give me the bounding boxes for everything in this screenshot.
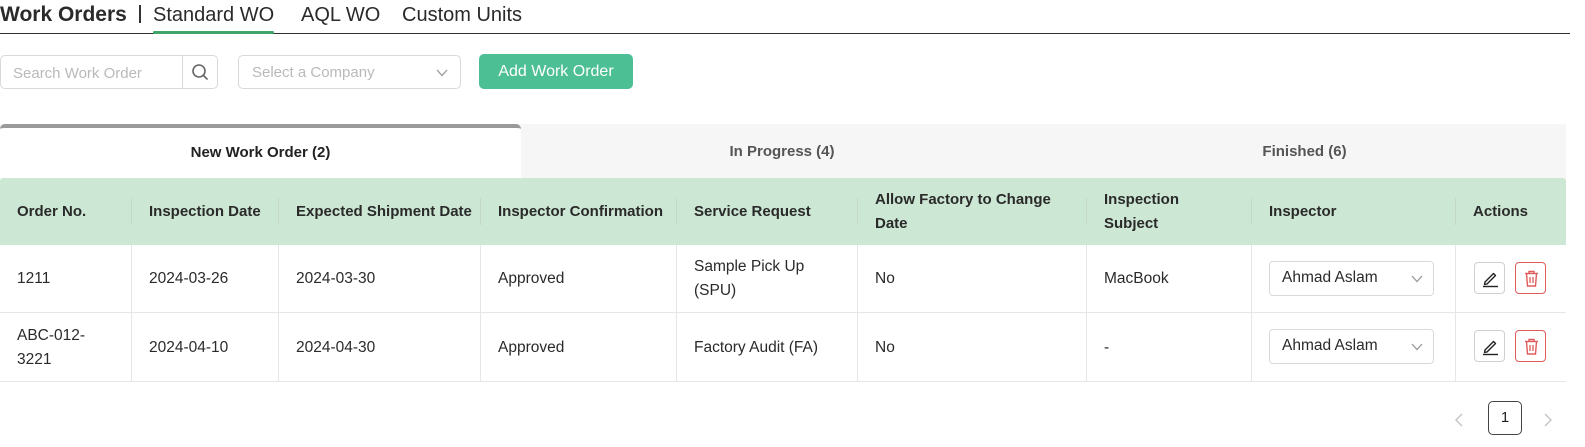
top-navigation: Work Orders Standard WO AQL WO Custom Un… <box>0 0 1570 34</box>
allow-factory-change: No <box>875 338 895 356</box>
chevron-down-icon <box>1411 343 1423 351</box>
table-header: Order No. Inspection Date Expected Shipm… <box>0 178 1566 245</box>
tab-standard-wo[interactable]: Standard WO <box>153 4 275 34</box>
page-number-current[interactable]: 1 <box>1488 401 1522 435</box>
inspection-subject: - <box>1104 338 1110 356</box>
column-header: Expected Shipment Date <box>278 178 479 245</box>
table-row: 1211 2024-03-26 2024-03-30 Approved Samp… <box>0 245 1566 313</box>
column-divider <box>1251 245 1252 382</box>
table-row: ABC-012-3221 2024-04-10 2024-04-30 Appro… <box>0 313 1566 382</box>
tab-in-progress[interactable]: In Progress (4) <box>521 124 1043 178</box>
search-box <box>0 55 218 90</box>
column-divider <box>676 245 677 382</box>
tab-finished[interactable]: Finished (6) <box>1043 124 1566 178</box>
search-icon <box>192 64 208 80</box>
chevron-left-icon[interactable] <box>1452 410 1466 430</box>
service-request: Sample Pick Up (SPU) <box>694 257 805 299</box>
column-header: Service Request <box>676 178 856 245</box>
edit-button[interactable] <box>1474 330 1505 362</box>
column-divider <box>278 245 279 382</box>
order-no: ABC-012-3221 <box>17 326 86 368</box>
title-divider <box>139 5 141 23</box>
column-divider <box>1455 245 1456 382</box>
inspector-select-value: Ahmad Aslam <box>1282 269 1378 286</box>
search-input[interactable] <box>11 56 185 90</box>
trash-icon <box>1525 270 1538 287</box>
inspector-select[interactable]: Ahmad Aslam <box>1269 261 1434 296</box>
search-button[interactable] <box>182 56 217 88</box>
column-header: Inspector Confirmation <box>480 178 675 245</box>
inspector-select-value: Ahmad Aslam <box>1282 337 1378 354</box>
column-divider <box>480 245 481 382</box>
company-select-placeholder: Select a Company <box>252 64 375 81</box>
inspection-date: 2024-03-26 <box>149 269 229 287</box>
service-request: Factory Audit (FA) <box>694 338 819 356</box>
column-header: Actions <box>1455 178 1566 245</box>
trash-icon <box>1525 338 1538 355</box>
status-tabs: New Work Order (2) In Progress (4) Finis… <box>0 124 1566 178</box>
page-title: Work Orders <box>0 3 127 26</box>
tab-new-work-order[interactable]: New Work Order (2) <box>0 124 521 178</box>
column-header: Inspection Date <box>131 178 277 245</box>
edit-button[interactable] <box>1474 262 1505 294</box>
delete-button[interactable] <box>1515 262 1546 294</box>
column-divider <box>1086 245 1087 382</box>
chevron-right-icon[interactable] <box>1541 410 1555 430</box>
shipment-date: 2024-04-30 <box>296 338 376 356</box>
column-divider <box>857 245 858 382</box>
inspection-subject: MacBook <box>1104 269 1169 287</box>
column-header: Order No. <box>17 202 87 220</box>
edit-icon <box>1483 272 1498 288</box>
allow-factory-change: No <box>875 269 895 287</box>
add-work-order-button[interactable]: Add Work Order <box>479 54 633 89</box>
tab-aql-wo[interactable]: AQL WO <box>301 4 380 32</box>
delete-button[interactable] <box>1515 330 1546 362</box>
inspector-confirmation: Approved <box>498 338 565 356</box>
chevron-down-icon <box>1411 275 1423 283</box>
column-header: Inspector <box>1251 178 1454 245</box>
inspection-date: 2024-04-10 <box>149 338 229 356</box>
chevron-down-icon <box>436 69 448 77</box>
shipment-date: 2024-03-30 <box>296 269 376 287</box>
company-select[interactable]: Select a Company <box>238 55 461 89</box>
column-header: Allow Factory to Change Date <box>857 178 1085 245</box>
order-no: 1211 <box>17 269 51 287</box>
column-divider <box>131 245 132 382</box>
tab-custom-units[interactable]: Custom Units <box>402 4 522 32</box>
column-header: Inspection Subject <box>1086 178 1250 245</box>
inspector-select[interactable]: Ahmad Aslam <box>1269 329 1434 364</box>
edit-icon <box>1483 340 1498 356</box>
inspector-confirmation: Approved <box>498 269 565 287</box>
